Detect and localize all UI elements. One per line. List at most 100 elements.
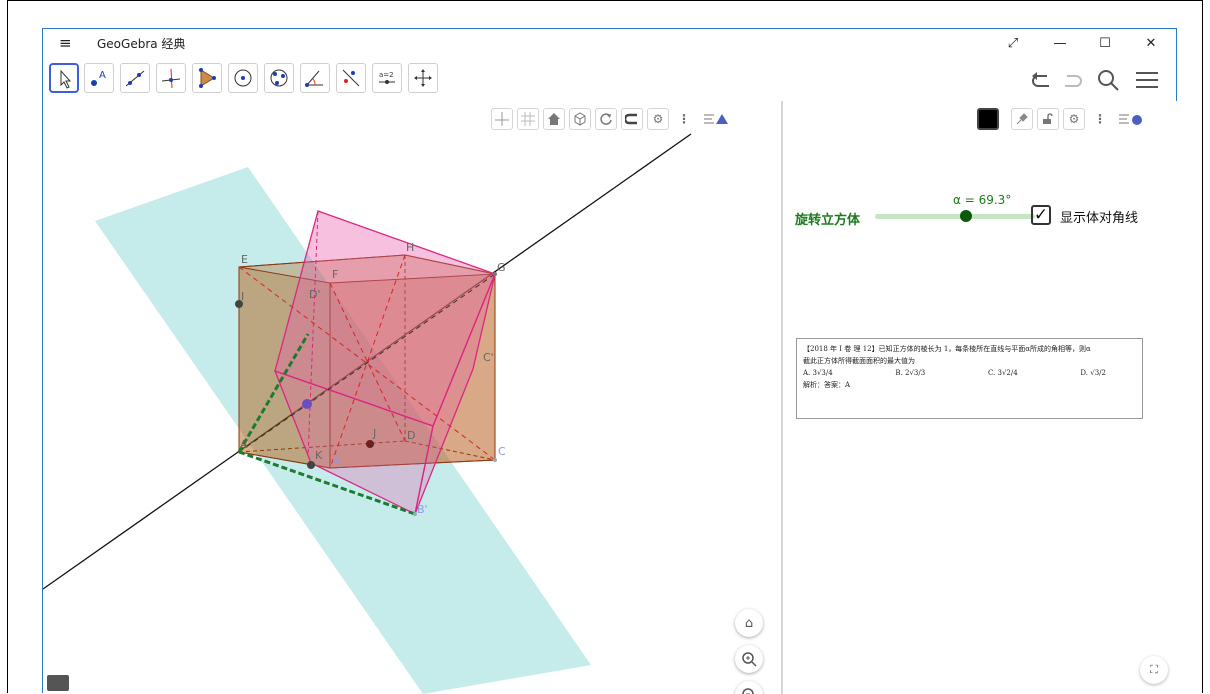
screen-border-left <box>7 0 8 693</box>
cursor-icon <box>60 69 72 89</box>
point-C[interactable] <box>493 458 497 462</box>
move-tool-button[interactable] <box>49 63 79 93</box>
label-I: I <box>241 290 244 303</box>
reflect-tool-button[interactable] <box>336 63 366 93</box>
axes-toggle[interactable] <box>491 108 513 130</box>
zoom-in-button[interactable] <box>735 645 763 673</box>
option-c: C. 3√2/4 <box>987 369 1018 377</box>
label-C: C <box>498 445 506 458</box>
graphics-2d-view[interactable]: ⚙ ⋮ 旋转立方体 α = 69.3° ✓ 显示体对角线 【2018 年 I 卷… <box>783 101 1177 694</box>
screen-border-top <box>7 0 1203 1</box>
fullscreen-button[interactable]: ⛶ <box>1140 656 1168 684</box>
problem-image: 【2018 年 I 卷 理 12】已知正方体的棱长为 1，每条棱所在直线与平面α… <box>796 338 1143 419</box>
clipping-icon <box>625 113 637 125</box>
graphics2-more-button[interactable]: ⋮ <box>1089 108 1111 130</box>
home-icon <box>548 113 560 125</box>
point-K[interactable] <box>307 461 315 469</box>
move-view-tool-button[interactable] <box>408 63 438 93</box>
slider-knob[interactable] <box>960 210 973 222</box>
label-E: E <box>241 253 248 266</box>
circle-center-tool-button[interactable] <box>228 63 258 93</box>
angle-icon <box>305 70 323 87</box>
line-icon <box>125 70 145 87</box>
screen-border-right <box>1202 0 1203 693</box>
rotate-slider[interactable] <box>875 210 1035 222</box>
pin-button[interactable] <box>1011 108 1033 130</box>
svg-text:a=2: a=2 <box>379 71 394 79</box>
menu-icon <box>1136 72 1158 88</box>
rotate-icon <box>600 113 612 125</box>
show-diagonals-label: 显示体对角线 <box>1060 211 1139 226</box>
minimize-button[interactable]: — <box>1040 29 1080 57</box>
more-vertical-icon: ⋮ <box>678 112 690 126</box>
circle-center-icon <box>234 69 252 87</box>
redo-button[interactable] <box>1056 67 1088 93</box>
circle-3pts-tool-button[interactable] <box>264 63 294 93</box>
point-J[interactable] <box>366 440 374 448</box>
graphics-settings-button[interactable]: ⚙ <box>647 108 669 130</box>
keyboard-icon[interactable] <box>47 675 69 691</box>
problem-line-1: 【2018 年 I 卷 理 12】已知正方体的棱长为 1，每条棱所在直线与平面α… <box>803 345 1091 353</box>
angle-tool-button[interactable] <box>300 63 330 93</box>
problem-options: A. 3√3/4 B. 2√3/3 C. 3√2/4 D. √3/2 <box>803 367 1136 379</box>
problem-line-2: 截此正方体所得截面面积的最大值为 <box>803 357 915 365</box>
color-button[interactable] <box>977 108 999 130</box>
perpendicular-tool-button[interactable] <box>156 63 186 93</box>
graphics2-settings-button[interactable]: ⚙ <box>1063 108 1085 130</box>
perpendicular-icon <box>161 68 181 89</box>
undo-button[interactable] <box>1026 67 1058 93</box>
more-options-button[interactable]: ⋮ <box>673 108 695 130</box>
lock-button[interactable] <box>1037 108 1059 130</box>
show-diagonals-checkbox[interactable]: ✓ <box>1031 205 1051 225</box>
toolbar: A a=2 <box>43 57 1176 101</box>
unlock-icon <box>1043 113 1053 124</box>
app-menu-icon[interactable]: ≡ <box>59 34 75 52</box>
slider-name: 旋转立方体 <box>795 213 861 228</box>
cube-view-icon <box>574 112 586 126</box>
label-F: F <box>332 268 338 281</box>
search-button[interactable] <box>1093 67 1125 93</box>
clipping-button[interactable] <box>621 108 643 130</box>
label-J: J <box>372 427 376 440</box>
app-title: GeoGebra 经典 <box>97 36 186 51</box>
option-a: A. 3√3/4 <box>803 369 833 377</box>
more-vertical-icon: ⋮ <box>1094 112 1106 126</box>
view-direction-button[interactable] <box>569 108 591 130</box>
close-button[interactable]: ✕ <box>1131 29 1171 57</box>
grid-toggle[interactable] <box>517 108 539 130</box>
geogebra-window: ≡ GeoGebra 经典 ⤢ — ☐ ✕ A a=2 E H G F D' I… <box>42 28 1177 694</box>
main-menu-button[interactable] <box>1131 67 1163 93</box>
point-tool-button[interactable]: A <box>84 63 114 93</box>
label-G: G <box>497 261 506 274</box>
home-view-button[interactable]: ⌂ <box>735 609 763 637</box>
zoom-in-icon <box>742 652 757 667</box>
slider-tool-button[interactable]: a=2 <box>372 63 402 93</box>
toggle-style-bar-button[interactable] <box>699 108 733 130</box>
polygon-tool-button[interactable] <box>192 63 222 93</box>
style-bar-icon <box>1119 114 1142 125</box>
point-center[interactable] <box>302 399 312 409</box>
label-Dp: D' <box>309 288 321 301</box>
label-Bp: B' <box>417 503 428 516</box>
search-icon <box>1098 70 1119 91</box>
move-view-icon <box>414 69 432 87</box>
point-icon: A <box>91 70 106 86</box>
label-B: B <box>332 453 340 466</box>
graphics-3d-view[interactable]: E H G F D' I C' D J K B C B' A ⚙ ⋮ ⌂ <box>43 101 781 694</box>
label-K: K <box>315 449 323 462</box>
graphics2-toggle-style-bar[interactable] <box>1115 108 1147 130</box>
checkmark-icon: ✓ <box>1033 205 1049 225</box>
gear-icon: ⚙ <box>652 112 664 126</box>
label-Cp: C' <box>483 351 494 364</box>
redo-icon <box>1065 75 1082 87</box>
rotate-view-button[interactable] <box>595 108 617 130</box>
label-D: D <box>407 429 415 442</box>
restore-size-button[interactable]: ⤢ <box>993 29 1033 57</box>
maximize-button[interactable]: ☐ <box>1085 29 1125 57</box>
line-tool-button[interactable] <box>120 63 150 93</box>
graphics2-style-bar: ⚙ ⋮ <box>977 105 1147 133</box>
standard-view-button[interactable] <box>543 108 565 130</box>
scene-3d[interactable]: E H G F D' I C' D J K B C B' A <box>43 101 781 694</box>
axes-icon <box>495 112 509 126</box>
circle-three-points-icon <box>270 69 288 87</box>
